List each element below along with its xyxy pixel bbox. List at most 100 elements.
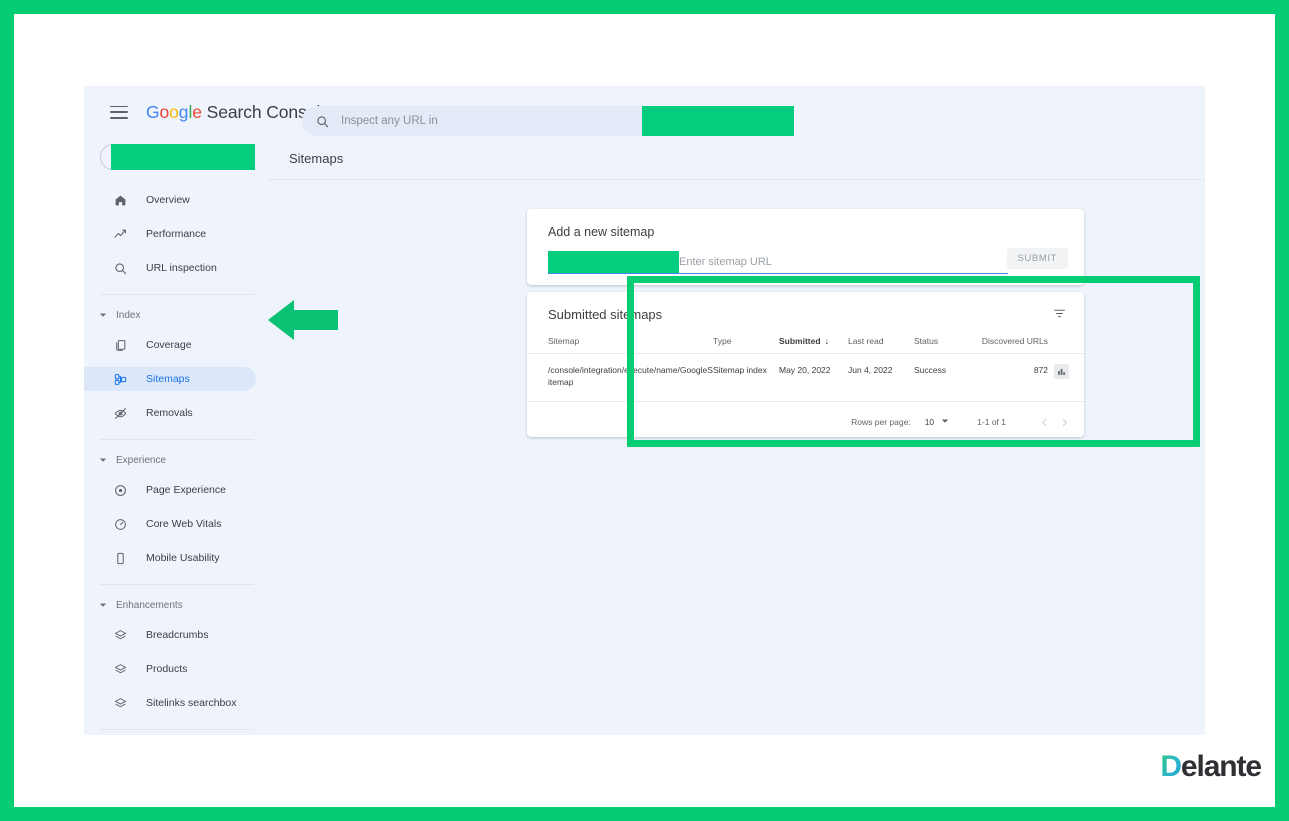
sitemap-icon xyxy=(112,371,128,387)
sitemaps-table-head: Sitemap Type Submitted ↓ Last read Status… xyxy=(527,336,1084,354)
sidebar-item-coverage[interactable]: Coverage xyxy=(84,333,256,357)
circle-dot-icon xyxy=(112,482,128,498)
sidebar-item-breadcrumbs[interactable]: Breadcrumbs xyxy=(84,623,256,647)
property-selector[interactable] xyxy=(100,144,260,170)
cell-type: Sitemap index xyxy=(713,354,779,402)
sidebar-divider xyxy=(100,729,254,730)
pagination-range: 1-1 of 1 xyxy=(977,417,1006,427)
sidebar-item-label: Products xyxy=(146,663,187,675)
submitted-sitemaps-header: Submitted sitemaps xyxy=(527,292,1084,336)
column-header-submitted[interactable]: Submitted ↓ xyxy=(779,336,848,354)
sidebar-item-label: Performance xyxy=(146,228,206,240)
table-row[interactable]: /console/integration/execute/name/Google… xyxy=(527,354,1084,402)
table-pagination: Rows per page: 10 1-1 of 1 xyxy=(851,414,1072,430)
url-inspection-search-bar[interactable]: Inspect any URL in xyxy=(302,106,730,136)
sidebar-divider xyxy=(100,439,254,440)
table-header-row: Sitemap Type Submitted ↓ Last read Status… xyxy=(527,336,1084,354)
layers-icon xyxy=(112,695,128,711)
sidebar-item-performance[interactable]: Performance xyxy=(84,222,256,246)
add-sitemap-title: Add a new sitemap xyxy=(548,225,654,239)
sidebar-item-sitelinks-searchbox[interactable]: Sitelinks searchbox xyxy=(84,691,256,715)
caret-down-icon[interactable] xyxy=(941,417,949,427)
sidebar: Overview Performance URL inspection xyxy=(84,138,268,735)
annotated-screenshot-frame: Google Search Console Inspect any URL in xyxy=(0,0,1289,821)
sidebar-item-label: Page Experience xyxy=(146,484,226,496)
rows-per-page-value[interactable]: 10 xyxy=(925,417,934,427)
filter-icon[interactable] xyxy=(1053,307,1066,325)
delante-logo: Delante xyxy=(1101,749,1261,785)
column-header-last-read[interactable]: Last read xyxy=(848,336,914,354)
sidebar-item-removals[interactable]: Removals xyxy=(84,401,256,425)
app-header: Google Search Console Inspect any URL in xyxy=(84,86,1205,138)
sidebar-group-label: Enhancements xyxy=(116,600,183,611)
cell-chart-action xyxy=(1054,354,1084,402)
sidebar-item-label: Breadcrumbs xyxy=(146,629,208,641)
submitted-sitemaps-card: Submitted sitemaps Sitemap Type Submitte… xyxy=(527,292,1084,437)
sidebar-item-label: Removals xyxy=(146,407,193,419)
google-wordmark: Google xyxy=(146,102,202,122)
page-title: Sitemaps xyxy=(289,151,343,166)
status-badge: Success xyxy=(914,354,980,402)
sidebar-group-index[interactable]: Index xyxy=(84,307,268,323)
submit-button[interactable]: SUBMIT xyxy=(1007,248,1069,269)
layers-icon xyxy=(112,627,128,643)
submitted-sitemaps-title: Submitted sitemaps xyxy=(548,307,662,322)
sidebar-item-products[interactable]: Products xyxy=(84,657,256,681)
sidebar-group-experience[interactable]: Experience xyxy=(84,452,268,468)
speedometer-icon xyxy=(112,516,128,532)
sidebar-item-label: Sitemaps xyxy=(146,373,190,385)
sitemaps-table-body: /console/integration/execute/name/Google… xyxy=(527,354,1084,402)
screenshot-canvas: Google Search Console Inspect any URL in xyxy=(14,14,1275,807)
search-icon xyxy=(316,115,329,128)
arrow-annotation xyxy=(268,298,338,342)
sidebar-item-label: Core Web Vitals xyxy=(146,518,221,530)
chevron-left-icon[interactable] xyxy=(1036,414,1052,430)
redacted-property-name xyxy=(111,144,255,170)
sidebar-item-overview[interactable]: Overview xyxy=(84,188,256,212)
column-header-submitted-label: Submitted xyxy=(779,336,821,346)
mobile-icon xyxy=(112,550,128,566)
sidebar-item-core-web-vitals[interactable]: Core Web Vitals xyxy=(84,512,256,536)
rows-per-page-label: Rows per page: xyxy=(851,417,911,427)
bar-chart-icon[interactable] xyxy=(1054,364,1069,379)
column-header-discovered-urls[interactable]: Discovered URLs xyxy=(980,336,1054,354)
magnifier-icon xyxy=(112,260,128,276)
home-icon xyxy=(112,192,128,208)
column-header-type[interactable]: Type xyxy=(713,336,779,354)
cell-last-read: Jun 4, 2022 xyxy=(848,354,914,402)
column-header-chart xyxy=(1054,336,1084,354)
sidebar-item-label: Mobile Usability xyxy=(146,552,220,564)
trend-line-icon xyxy=(112,226,128,242)
caret-down-icon xyxy=(98,456,107,465)
cell-sitemap[interactable]: /console/integration/execute/name/Google… xyxy=(527,354,713,402)
layers-icon xyxy=(112,661,128,677)
chevron-right-icon[interactable] xyxy=(1056,414,1072,430)
sidebar-item-page-experience[interactable]: Page Experience xyxy=(84,478,256,502)
delante-logo-rest: elante xyxy=(1181,750,1261,783)
delante-logo-initial: D xyxy=(1160,750,1181,783)
cell-submitted: May 20, 2022 xyxy=(779,354,848,402)
sidebar-item-sitemaps[interactable]: Sitemaps xyxy=(84,367,256,391)
cell-discovered-urls: 872 xyxy=(980,354,1054,402)
sitemap-url-placeholder: Enter sitemap URL xyxy=(679,256,772,268)
sidebar-group-label: Index xyxy=(116,310,140,321)
sidebar-group-label: Experience xyxy=(116,455,166,466)
sidebar-item-label: Sitelinks searchbox xyxy=(146,697,236,709)
sitemaps-table: Sitemap Type Submitted ↓ Last read Status… xyxy=(527,336,1084,402)
pages-icon xyxy=(112,337,128,353)
page-header: Sitemaps xyxy=(268,138,1205,180)
sidebar-item-mobile-usability[interactable]: Mobile Usability xyxy=(84,546,256,570)
sidebar-item-url-inspection[interactable]: URL inspection xyxy=(84,256,256,280)
sidebar-group-enhancements[interactable]: Enhancements xyxy=(84,597,268,613)
hamburger-menu-icon[interactable] xyxy=(110,106,128,119)
sitemap-url-input[interactable]: Enter sitemap URL xyxy=(548,252,1008,274)
column-header-sitemap[interactable]: Sitemap xyxy=(527,336,713,354)
sidebar-divider xyxy=(100,584,254,585)
google-search-console-app: Google Search Console Inspect any URL in xyxy=(84,86,1205,735)
sidebar-primary-nav: Overview Performance URL inspection xyxy=(84,188,268,735)
caret-down-icon xyxy=(98,601,107,610)
sidebar-item-label: Coverage xyxy=(146,339,192,351)
column-header-status[interactable]: Status xyxy=(914,336,980,354)
arrow-down-icon: ↓ xyxy=(825,336,830,346)
redacted-domain-search xyxy=(642,106,794,136)
